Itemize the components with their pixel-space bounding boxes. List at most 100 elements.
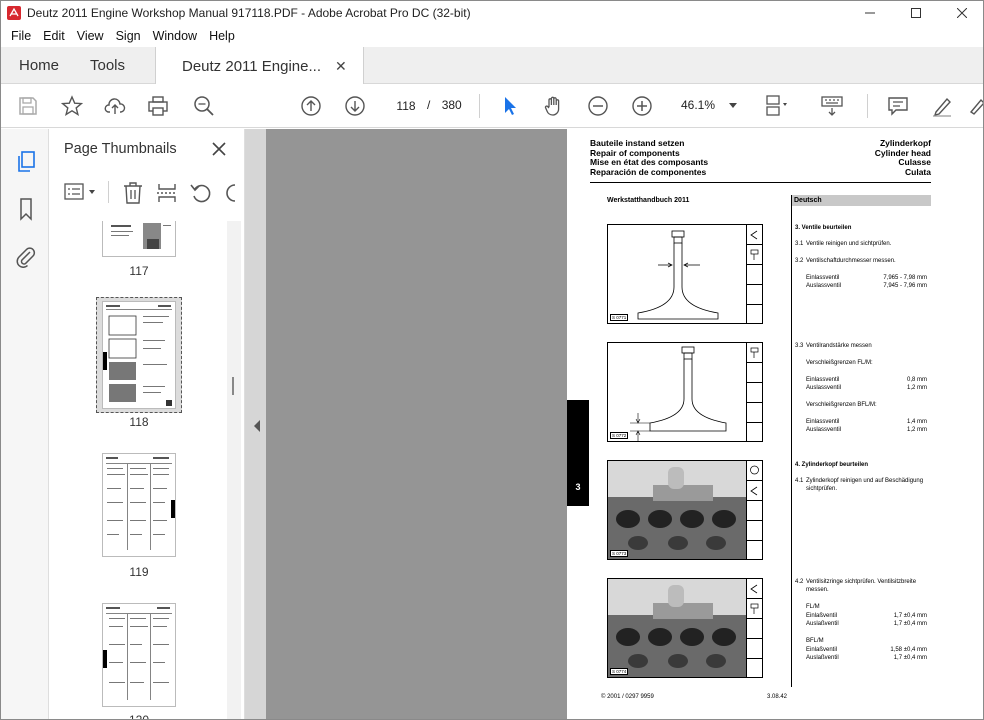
zoom-value: 46.1%	[681, 98, 716, 112]
page-footer-right: 3.08.42	[767, 694, 788, 700]
current-page-input[interactable]: 118	[387, 94, 425, 117]
bookmarks-toggle[interactable]	[13, 196, 39, 222]
rotate-right-button[interactable]	[223, 181, 239, 205]
trash-icon	[124, 182, 142, 204]
menu-edit[interactable]: Edit	[37, 29, 71, 43]
tool-icon	[747, 599, 762, 619]
window-controls	[847, 1, 983, 25]
arrow-up-circle-icon	[301, 96, 321, 116]
options-list-icon	[64, 183, 95, 200]
minimize-button[interactable]	[847, 1, 893, 25]
step-3-2-text: Ventilschaftdurchmesser messen.	[806, 258, 896, 264]
menu-file[interactable]: File	[5, 29, 37, 43]
minus-circle-icon	[588, 96, 608, 116]
tab-home[interactable]: Home	[19, 47, 59, 84]
zoom-out-button[interactable]	[585, 93, 611, 119]
caliper-icon	[750, 347, 759, 358]
hand-tool-button[interactable]	[541, 93, 567, 119]
measure-icon	[747, 579, 762, 599]
draw-button[interactable]	[963, 93, 983, 119]
panel-resize-handle[interactable]	[232, 377, 234, 395]
zoom-find-button[interactable]	[191, 93, 217, 119]
chevron-down-icon	[729, 103, 737, 108]
step-4-2-number: 4.2	[795, 579, 804, 585]
measure-arrow-icon	[750, 584, 758, 594]
thumbnail-page-120[interactable]	[102, 603, 176, 707]
menu-sign[interactable]: Sign	[110, 29, 147, 43]
thumbnail-120-preview	[103, 607, 172, 700]
section-tab: 3	[567, 400, 589, 506]
page-thumbnails-toggle[interactable]	[13, 149, 39, 175]
s32-row1-value: 7,965 - 7,98 mm	[883, 275, 927, 281]
attachments-toggle[interactable]	[13, 243, 39, 269]
comment-icon	[888, 97, 908, 116]
zoom-dropdown[interactable]: 46.1%	[673, 94, 745, 117]
page-display-button[interactable]	[765, 93, 791, 119]
thumbnail-options-button[interactable]	[63, 181, 99, 203]
s33-r3-label: Einlassventil	[806, 419, 840, 425]
figure-side-icons	[746, 343, 762, 441]
highlight-pen-button[interactable]	[929, 93, 955, 119]
section-tab-number: 3	[575, 482, 581, 492]
toolbar: 118 / 380 46.1%	[1, 84, 983, 128]
s33-r2-value: 1,2 mm	[906, 385, 927, 391]
close-window-button[interactable]	[939, 1, 983, 25]
s42-sub2: BFL/M	[806, 638, 824, 644]
zoom-in-button[interactable]	[629, 93, 655, 119]
comment-button[interactable]	[885, 93, 911, 119]
page-separator: /	[427, 98, 431, 112]
s33-r3-value: 1,4 mm	[906, 419, 927, 425]
tab-document[interactable]: Deutz 2011 Engine... ✕	[155, 47, 364, 85]
insert-pages-button[interactable]	[155, 181, 179, 205]
page-thumbnails-panel: Page Thumbnails 117 118 119 120	[49, 129, 245, 719]
thumbnail-scrollbar[interactable]	[227, 221, 241, 719]
keyboard-input-button[interactable]	[819, 93, 845, 119]
cylinder-head-photo	[608, 461, 747, 559]
thumbnail-label-117: 117	[129, 264, 149, 278]
pdf-page[interactable]: Bauteile instand setzen Repair of compon…	[567, 129, 983, 719]
tab-tools[interactable]: Tools	[90, 47, 125, 84]
title-bar: Deutz 2011 Engine Workshop Manual 917118…	[1, 1, 983, 25]
figure-side-icons	[746, 579, 762, 677]
header-rule	[590, 182, 931, 183]
previous-page-gap	[266, 129, 567, 719]
menu-view[interactable]: View	[71, 29, 110, 43]
print-button[interactable]	[145, 93, 171, 119]
s42-r2-value: 1,7 ±0,4 mm	[893, 621, 927, 627]
previous-page-button[interactable]	[298, 93, 324, 119]
valve-edge-drawing	[630, 346, 727, 441]
thumbnail-page-118[interactable]	[102, 301, 176, 409]
save-button[interactable]	[15, 93, 41, 119]
cloud-upload-icon	[104, 98, 126, 114]
collapse-panel-icon[interactable]	[252, 419, 262, 433]
close-tab-icon[interactable]: ✕	[335, 58, 347, 75]
select-tool-button[interactable]	[497, 93, 523, 119]
rotate-left-button[interactable]	[189, 181, 213, 205]
delete-pages-button[interactable]	[121, 181, 145, 205]
share-upload-button[interactable]	[102, 93, 128, 119]
keyboard-icon	[821, 96, 843, 116]
tool-icon	[747, 245, 762, 265]
cursor-arrow-icon	[505, 97, 516, 115]
maximize-button[interactable]	[893, 1, 939, 25]
thumbnail-label-119: 119	[129, 565, 149, 579]
thumbnail-page-119[interactable]	[102, 453, 176, 557]
s42-r1-value: 1,7 ±0,4 mm	[893, 613, 927, 619]
step-3-heading: 3. Ventile beurteilen	[795, 225, 852, 231]
tab-bar: Home Tools Deutz 2011 Engine... ✕	[1, 47, 983, 85]
arrow-down-circle-icon	[345, 96, 365, 116]
thumbnail-page-117[interactable]	[102, 221, 176, 257]
measure-arrow-icon	[750, 230, 758, 240]
step-4-1-text: Zylinderkopf reinigen und auf Beschädigu…	[806, 478, 924, 492]
figure-valve-seat-photo: S 0774	[607, 578, 763, 678]
s42-r4-label: Auslaßventil	[806, 655, 839, 661]
pages-icon	[18, 151, 35, 172]
close-panel-button[interactable]	[209, 139, 229, 159]
menu-window[interactable]: Window	[147, 29, 203, 43]
s42-sub1: FL/M	[806, 604, 820, 610]
next-page-button[interactable]	[342, 93, 368, 119]
menu-help[interactable]: Help	[203, 29, 241, 43]
header-right-4: Culata	[905, 166, 931, 177]
s33-r4-label: Auslassventil	[806, 427, 842, 433]
bookmark-star-button[interactable]	[59, 93, 85, 119]
